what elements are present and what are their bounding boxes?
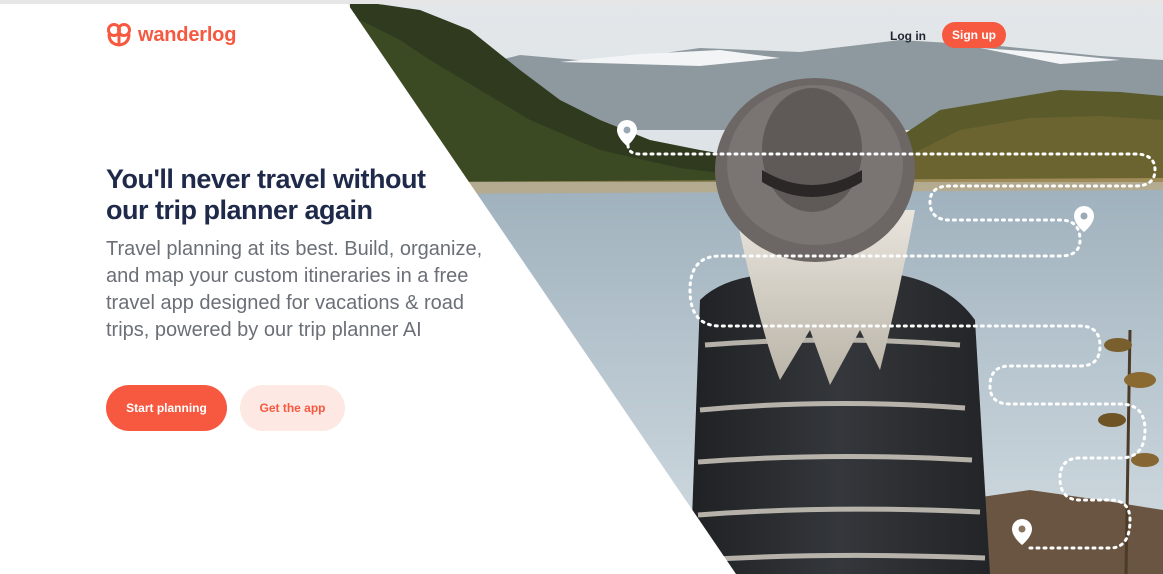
signup-button[interactable]: Sign up (942, 22, 1006, 48)
get-the-app-button[interactable]: Get the app (240, 385, 345, 431)
map-pin-icon (1012, 519, 1032, 545)
hero-title-line-2: our trip planner again (106, 195, 373, 225)
brand-logo[interactable]: wanderlog (106, 22, 236, 48)
map-pin-icon (617, 120, 637, 146)
top-border (0, 0, 1163, 4)
start-planning-button[interactable]: Start planning (106, 385, 227, 431)
hero-description: Travel planning at its best. Build, orga… (106, 238, 483, 341)
login-link[interactable]: Log in (880, 26, 936, 46)
hero-title: You'll never travel without our trip pla… (106, 164, 466, 226)
hero-title-line-1: You'll never travel without (106, 164, 426, 194)
brand-name: wanderlog (138, 23, 237, 46)
wanderlog-logo-icon (107, 23, 131, 47)
